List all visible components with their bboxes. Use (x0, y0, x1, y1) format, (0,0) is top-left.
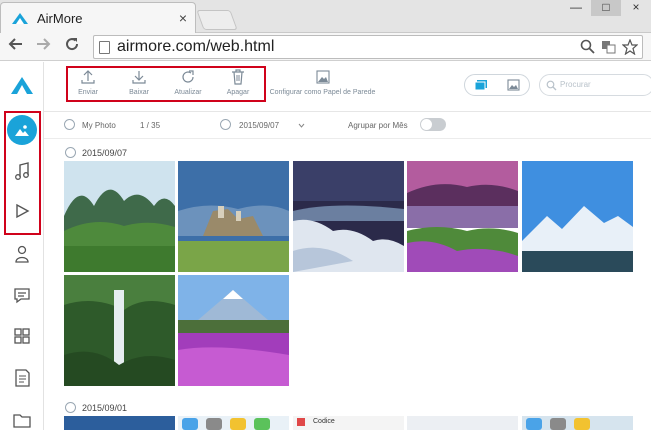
group-date: 2015/09/07 (82, 148, 128, 158)
browser-tab-strip: AirMore × — □ × (0, 0, 651, 33)
reload-icon[interactable] (64, 36, 80, 57)
group-by-month-label: Agrupar por Mês (348, 121, 408, 130)
group-by-month-toggle[interactable] (420, 118, 446, 131)
group-select-checkbox[interactable] (65, 147, 76, 158)
search-icon (546, 80, 557, 91)
zoom-icon[interactable] (580, 39, 595, 57)
nav-messages-icon[interactable] (9, 282, 35, 308)
search-placeholder: Procurar (560, 80, 591, 89)
photo-thumbnail[interactable] (407, 416, 518, 430)
photo-thumbnail[interactable] (178, 416, 289, 430)
group-select-checkbox[interactable] (65, 402, 76, 413)
filter-bar: My Photo 1 / 35 2015/09/07 Agrupar por M… (44, 113, 651, 139)
set-wallpaper-label: Configurar como Papel de Parede (269, 89, 376, 96)
new-tab-button[interactable] (196, 10, 238, 30)
photo-thumbnail[interactable] (293, 161, 404, 272)
close-window-button[interactable]: × (621, 0, 651, 16)
album-count: 1 / 35 (140, 121, 161, 130)
photo-thumbnail[interactable] (522, 161, 633, 272)
nav-documents-icon[interactable] (9, 365, 35, 391)
grid-view-icon[interactable] (465, 75, 497, 95)
action-toolbar: Enviar Baixar Atualizar Apagar Configura… (44, 62, 651, 112)
photo-thumbnail[interactable] (64, 416, 175, 430)
back-arrow-icon[interactable] (8, 36, 24, 57)
single-view-icon[interactable] (497, 75, 529, 95)
date-radio[interactable] (220, 119, 231, 130)
select-all-checkbox[interactable] (64, 119, 75, 130)
preview-text: Codice (313, 418, 335, 425)
url-text: airmore.com/web.html (117, 38, 275, 55)
photo-thumbnail[interactable] (407, 161, 518, 272)
left-nav-rail (0, 62, 44, 430)
photo-thumbnail[interactable] (64, 161, 175, 272)
maximize-button[interactable]: □ (591, 0, 621, 16)
highlight-box-nav (4, 111, 41, 235)
album-name: My Photo (82, 121, 116, 130)
browser-toolbar: airmore.com/web.html (0, 33, 651, 61)
address-bar[interactable]: airmore.com/web.html (93, 35, 643, 59)
view-mode-toggle (464, 74, 530, 96)
nav-files-icon[interactable] (9, 407, 35, 430)
toggle-knob (421, 119, 432, 130)
highlight-box-actions (66, 66, 266, 102)
browser-tab[interactable]: AirMore × (0, 2, 196, 33)
date-select[interactable]: 2015/09/07 (239, 121, 279, 130)
photo-thumbnail[interactable]: Codice (293, 416, 404, 430)
wallpaper-icon (265, 68, 380, 86)
airmore-logo-icon (12, 13, 28, 24)
app-window: AirMore × — □ × airmore.com/web.html Env… (0, 0, 651, 430)
set-wallpaper-button[interactable]: Configurar como Papel de Parede (265, 68, 380, 96)
airmore-logo (9, 72, 35, 98)
app-icon (297, 418, 305, 426)
tab-title: AirMore (37, 10, 83, 26)
group-date: 2015/09/01 (82, 403, 128, 413)
page-icon (99, 41, 110, 54)
nav-apps-icon[interactable] (9, 323, 35, 349)
translate-icon[interactable] (601, 39, 616, 57)
minimize-button[interactable]: — (561, 0, 591, 16)
forward-arrow-icon[interactable] (35, 36, 51, 57)
photo-thumbnail[interactable] (64, 275, 175, 386)
photo-thumbnail[interactable] (522, 416, 633, 430)
bookmark-star-icon[interactable] (621, 38, 639, 58)
search-input[interactable]: Procurar (539, 74, 651, 96)
photo-thumbnail[interactable] (178, 275, 289, 386)
tab-close-icon[interactable]: × (179, 10, 187, 26)
nav-contacts-icon[interactable] (9, 241, 35, 267)
window-controls: — □ × (561, 0, 651, 16)
photo-thumbnail[interactable] (178, 161, 289, 272)
chevron-down-icon[interactable] (298, 123, 305, 128)
